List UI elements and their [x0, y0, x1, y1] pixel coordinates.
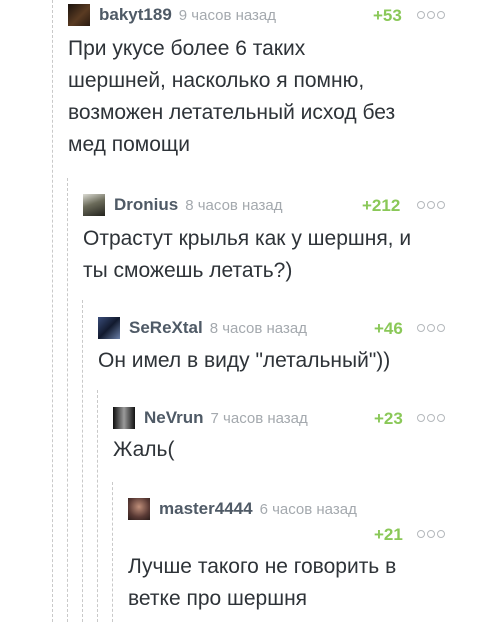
comment-header: master4444 6 часов назад [128, 498, 357, 520]
rating: +21 [374, 525, 403, 544]
avatar[interactable] [128, 498, 150, 520]
comment-text: Лучше такого не говорить в ветке про шер… [128, 551, 396, 615]
comment-text-line: ветке про шершня [128, 587, 308, 610]
timestamp[interactable]: 6 часов назад [260, 501, 357, 518]
username[interactable]: master4444 [159, 499, 253, 519]
more-options-icon[interactable] [417, 530, 445, 538]
comment-text-line: Лучше такого не говорить в [128, 555, 397, 578]
comment: master4444 6 часов назад +21 Лучше таког… [0, 0, 480, 622]
